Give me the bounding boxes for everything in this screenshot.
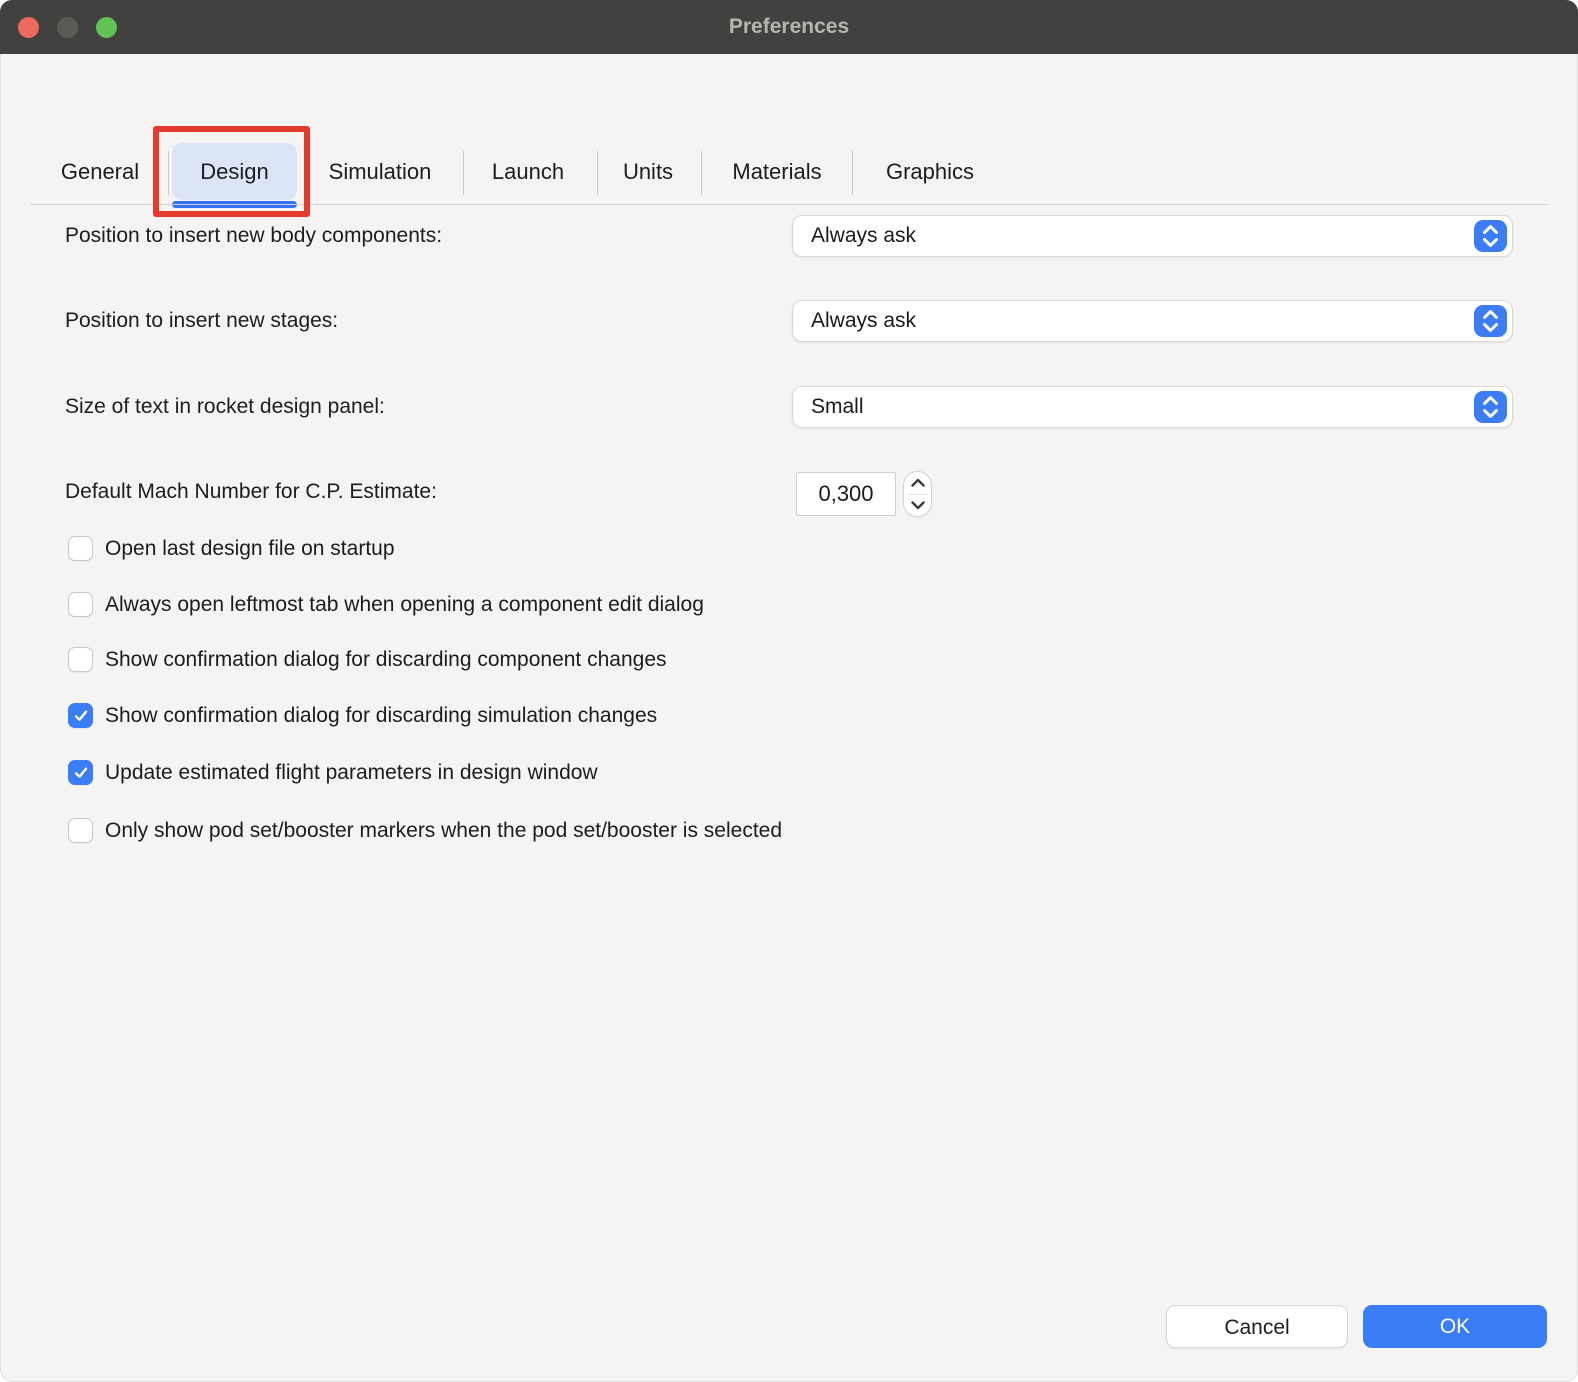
tab-separator — [597, 151, 598, 195]
cancel-button[interactable]: Cancel — [1166, 1305, 1348, 1348]
chevron-up-down-icon — [1474, 391, 1507, 423]
checkbox-label: Show confirmation dialog for discarding … — [105, 703, 657, 728]
tab-separator — [168, 151, 169, 195]
chevron-up-down-icon — [1474, 305, 1507, 337]
checkbox-pod-set-booster-markers[interactable] — [68, 818, 93, 843]
dropdown-text-size-design-panel[interactable]: Small — [792, 386, 1513, 428]
dropdown-selected-value: Always ask — [811, 216, 916, 256]
tab-bar-divider — [30, 204, 1548, 205]
tab-units[interactable]: Units — [603, 150, 693, 194]
checkbox-label: Only show pod set/booster markers when t… — [105, 818, 782, 843]
label-insert-stages: Position to insert new stages: — [65, 300, 338, 342]
checkbox-label: Open last design file on startup — [105, 536, 395, 561]
checkbox-label: Show confirmation dialog for discarding … — [105, 647, 667, 672]
tab-materials[interactable]: Materials — [712, 150, 842, 194]
tab-general[interactable]: General — [40, 150, 160, 194]
checkbox-update-flight-parameters[interactable] — [68, 760, 93, 785]
tab-design[interactable]: Design — [172, 150, 297, 194]
window-title: Preferences — [0, 0, 1578, 54]
chevron-up-down-icon — [1474, 220, 1507, 252]
checkbox-open-leftmost-tab[interactable] — [68, 592, 93, 617]
label-insert-body-components: Position to insert new body components: — [65, 215, 442, 257]
check-icon — [73, 709, 88, 722]
stepper-down-button[interactable] — [904, 494, 931, 516]
tab-graphics[interactable]: Graphics — [865, 150, 995, 194]
checkbox-label: Update estimated flight parameters in de… — [105, 760, 598, 785]
check-icon — [73, 766, 88, 779]
dropdown-insert-stages[interactable]: Always ask — [792, 300, 1513, 342]
ok-button[interactable]: OK — [1363, 1305, 1547, 1348]
stepper-up-button[interactable] — [904, 472, 931, 494]
dropdown-selected-value: Small — [811, 387, 864, 427]
chevron-up-icon — [910, 478, 926, 488]
checkbox-confirm-simulation-changes[interactable] — [68, 703, 93, 728]
mach-number-input[interactable]: 0,300 — [796, 472, 896, 516]
tab-separator — [852, 151, 853, 195]
label-default-mach-number: Default Mach Number for C.P. Estimate: — [65, 471, 437, 513]
tab-separator — [309, 151, 310, 195]
tab-separator — [463, 151, 464, 195]
tab-separator — [701, 151, 702, 195]
label-text-size-design-panel: Size of text in rocket design panel: — [65, 386, 385, 428]
checkbox-label: Always open leftmost tab when opening a … — [105, 592, 704, 617]
checkbox-open-last-design[interactable] — [68, 536, 93, 561]
dropdown-insert-body-components[interactable]: Always ask — [792, 215, 1513, 257]
preferences-window: Preferences General Design Simulation La… — [0, 0, 1578, 1382]
tab-bar: General Design Simulation Launch Units M… — [0, 54, 1578, 164]
mach-number-stepper — [903, 471, 932, 517]
checkbox-confirm-component-changes[interactable] — [68, 647, 93, 672]
dropdown-selected-value: Always ask — [811, 301, 916, 341]
tab-simulation[interactable]: Simulation — [316, 150, 444, 194]
chevron-down-icon — [910, 500, 926, 510]
title-bar: Preferences — [0, 0, 1578, 54]
tab-launch[interactable]: Launch — [478, 150, 578, 194]
